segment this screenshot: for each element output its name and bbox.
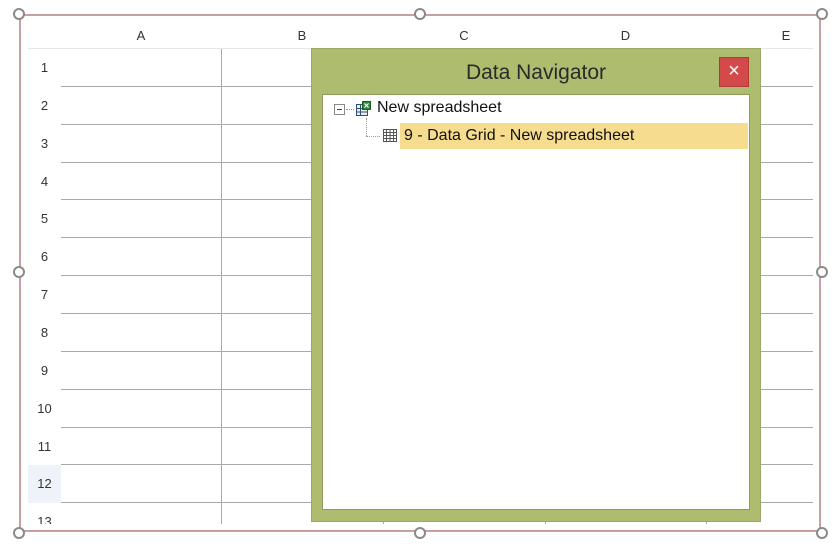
tree-connector (346, 109, 354, 110)
resize-handle-bottom-right[interactable] (816, 527, 828, 539)
select-all-corner[interactable] (28, 22, 61, 49)
column-header-c[interactable]: C (383, 22, 545, 49)
row-header-4[interactable]: 4 (28, 163, 61, 200)
row-header-6[interactable]: 6 (28, 238, 61, 276)
resize-handle-right[interactable] (816, 266, 828, 278)
row-header-13[interactable]: 13 (28, 503, 61, 524)
column-header-a[interactable]: A (61, 22, 221, 49)
row-header-9[interactable]: 9 (28, 352, 61, 390)
data-grid-icon (383, 129, 397, 142)
row-header-12[interactable]: 12 (28, 465, 61, 503)
resize-handle-left[interactable] (13, 266, 25, 278)
resize-handle-top-right[interactable] (816, 8, 828, 20)
column-divider (221, 49, 222, 524)
row-header-5[interactable]: 5 (28, 200, 61, 238)
row-header-1[interactable]: 1 (28, 49, 61, 87)
row-header-2[interactable]: 2 (28, 87, 61, 125)
row-header-3[interactable]: 3 (28, 125, 61, 163)
resize-handle-top-left[interactable] (13, 8, 25, 20)
column-header-b[interactable]: B (221, 22, 383, 49)
navigator-tree[interactable]: New spreadsheet 9 - Data Grid - New spre… (322, 94, 750, 510)
close-icon: × (728, 60, 740, 82)
row-header-7[interactable]: 7 (28, 276, 61, 314)
resize-handle-bottom-left[interactable] (13, 527, 25, 539)
tree-connector (366, 118, 367, 136)
tree-node-data-grid[interactable]: 9 - Data Grid - New spreadsheet (404, 127, 634, 145)
tree-connector (366, 136, 380, 137)
column-header-d[interactable]: D (545, 22, 706, 49)
dialog-title[interactable]: Data Navigator (312, 49, 760, 94)
row-header-11[interactable]: 11 (28, 428, 61, 465)
tree-node-root[interactable]: New spreadsheet (377, 99, 502, 117)
spreadsheet-icon (356, 101, 371, 116)
resize-handle-top[interactable] (414, 8, 426, 20)
data-navigator-dialog: Data Navigator × New spreadsheet 9 - Dat… (311, 48, 761, 522)
close-button[interactable]: × (719, 57, 749, 87)
row-header-10[interactable]: 10 (28, 390, 61, 428)
resize-handle-bottom[interactable] (414, 527, 426, 539)
row-header-8[interactable]: 8 (28, 314, 61, 352)
collapse-toggle-icon[interactable] (334, 104, 345, 115)
column-header-e[interactable]: E (706, 22, 813, 49)
